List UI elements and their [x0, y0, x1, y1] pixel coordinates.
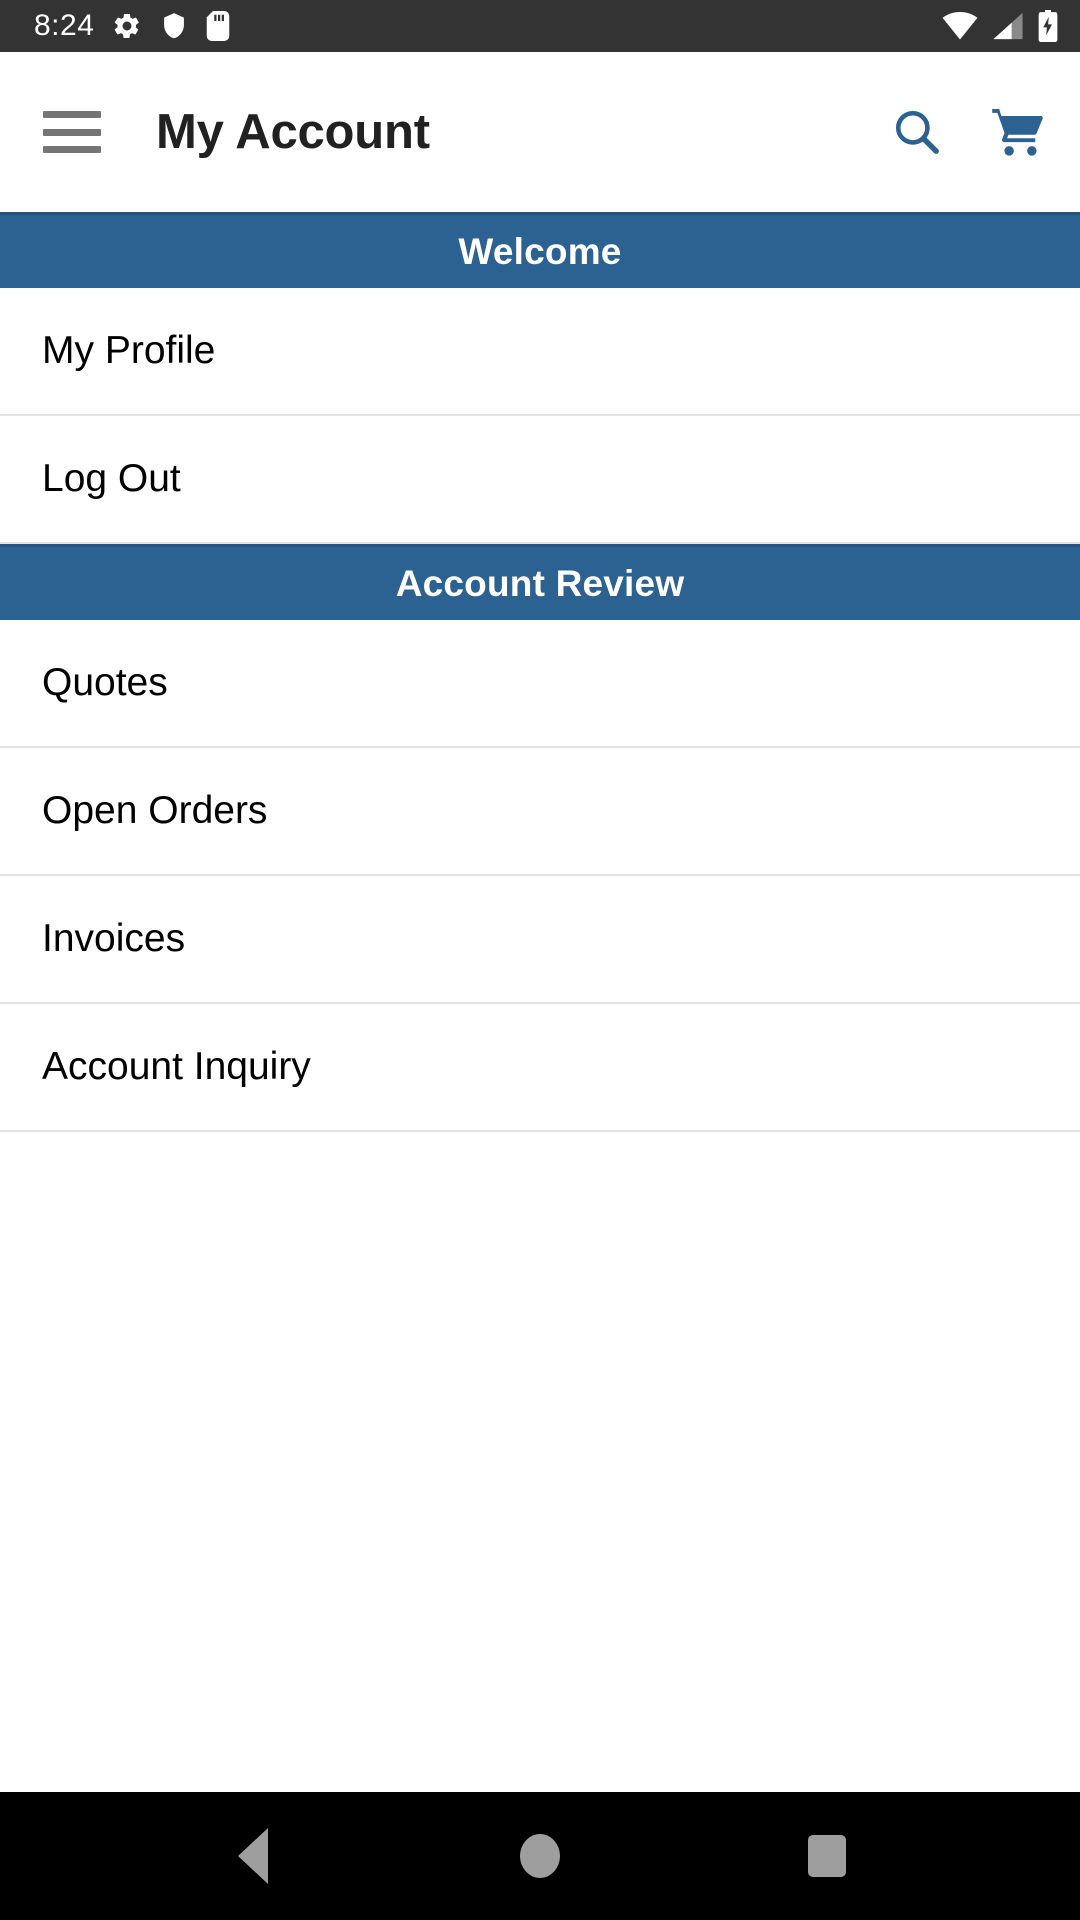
list-item-open-orders[interactable]: Open Orders	[0, 748, 1080, 876]
cart-button[interactable]	[988, 103, 1046, 161]
app-bar: My Account	[0, 52, 1080, 212]
list-item-label: Log Out	[42, 457, 181, 500]
cell-signal-icon	[993, 12, 1023, 40]
list-item-log-out[interactable]: Log Out	[0, 416, 1080, 544]
settings-gear-icon	[115, 13, 140, 39]
hamburger-bar-3	[43, 146, 101, 153]
circle-icon	[519, 1834, 560, 1878]
back-button[interactable]	[193, 1792, 313, 1920]
list-item-quotes[interactable]: Quotes	[0, 620, 1080, 748]
status-bar-clock: 8:24	[34, 9, 95, 42]
app-bar-actions	[888, 103, 1046, 161]
battery-charging-icon	[1038, 10, 1058, 42]
system-navigation-bar	[0, 1792, 1080, 1920]
list-item-label: Invoices	[42, 917, 186, 960]
list-item-account-inquiry[interactable]: Account Inquiry	[0, 1004, 1080, 1132]
hamburger-bar-1	[43, 111, 101, 118]
search-icon	[895, 110, 939, 154]
hamburger-bar-2	[43, 128, 101, 136]
status-bar: 8:24	[0, 0, 1080, 52]
list-item-label: Quotes	[42, 661, 168, 704]
search-button[interactable]	[888, 103, 946, 161]
home-button[interactable]	[480, 1792, 600, 1920]
recents-button[interactable]	[767, 1792, 887, 1920]
status-bar-right-group	[942, 10, 1058, 42]
phone-screen: 8:24 My Account Welcome My Profile Log O…	[0, 0, 1080, 1920]
page-title: My Account	[156, 105, 430, 159]
square-icon	[807, 1835, 846, 1877]
sd-card-icon	[207, 11, 230, 41]
section-header-welcome: Welcome	[0, 212, 1080, 288]
triangle-left-icon	[238, 1828, 269, 1884]
status-bar-left-group: 8:24	[34, 11, 230, 41]
list-item-invoices[interactable]: Invoices	[0, 876, 1080, 1004]
list-item-label: My Profile	[42, 329, 216, 372]
section-header-account-review: Account Review	[0, 544, 1080, 620]
wifi-icon	[942, 12, 978, 40]
hamburger-menu-icon[interactable]	[43, 111, 101, 153]
list-item-label: Open Orders	[42, 789, 268, 832]
shield-icon	[164, 13, 185, 39]
shopping-cart-icon	[992, 109, 1043, 156]
list-item-my-profile[interactable]: My Profile	[0, 288, 1080, 416]
account-menu-list: Welcome My Profile Log Out Account Revie…	[0, 212, 1080, 1792]
list-item-label: Account Inquiry	[42, 1045, 311, 1088]
